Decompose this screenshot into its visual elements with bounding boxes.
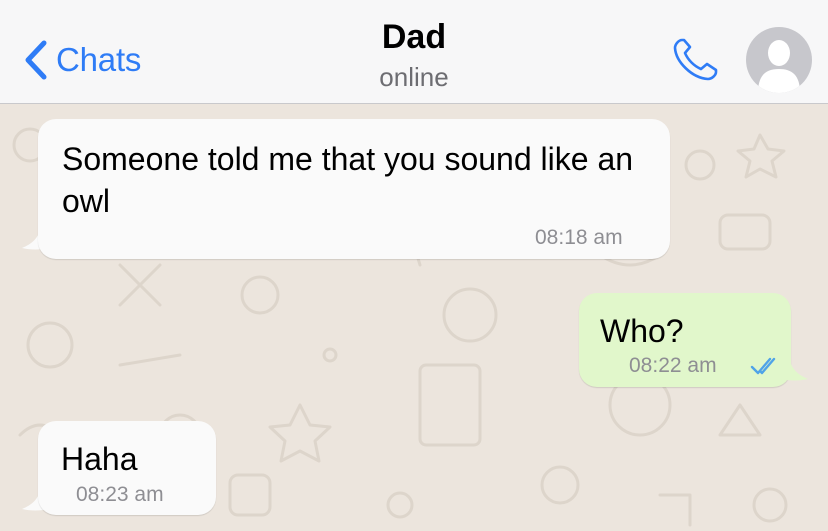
message-text: Haha: [61, 441, 138, 477]
chat-area[interactable]: Someone told me that you sound like an o…: [0, 105, 828, 531]
double-check-icon: [750, 357, 776, 375]
phone-icon[interactable]: [670, 36, 722, 84]
message-timestamp: 08:18 am: [535, 226, 623, 249]
message-text: Who?: [600, 313, 684, 349]
message-timestamp: 08:23 am: [76, 483, 164, 506]
message-timestamp: 08:22 am: [629, 354, 717, 377]
bubble-tail: [780, 361, 808, 381]
person-silhouette-icon: [758, 40, 800, 93]
avatar[interactable]: [746, 27, 812, 93]
chat-header: Chats Dad online: [0, 0, 828, 104]
message-text: Someone told me that you sound like an o…: [62, 141, 634, 219]
